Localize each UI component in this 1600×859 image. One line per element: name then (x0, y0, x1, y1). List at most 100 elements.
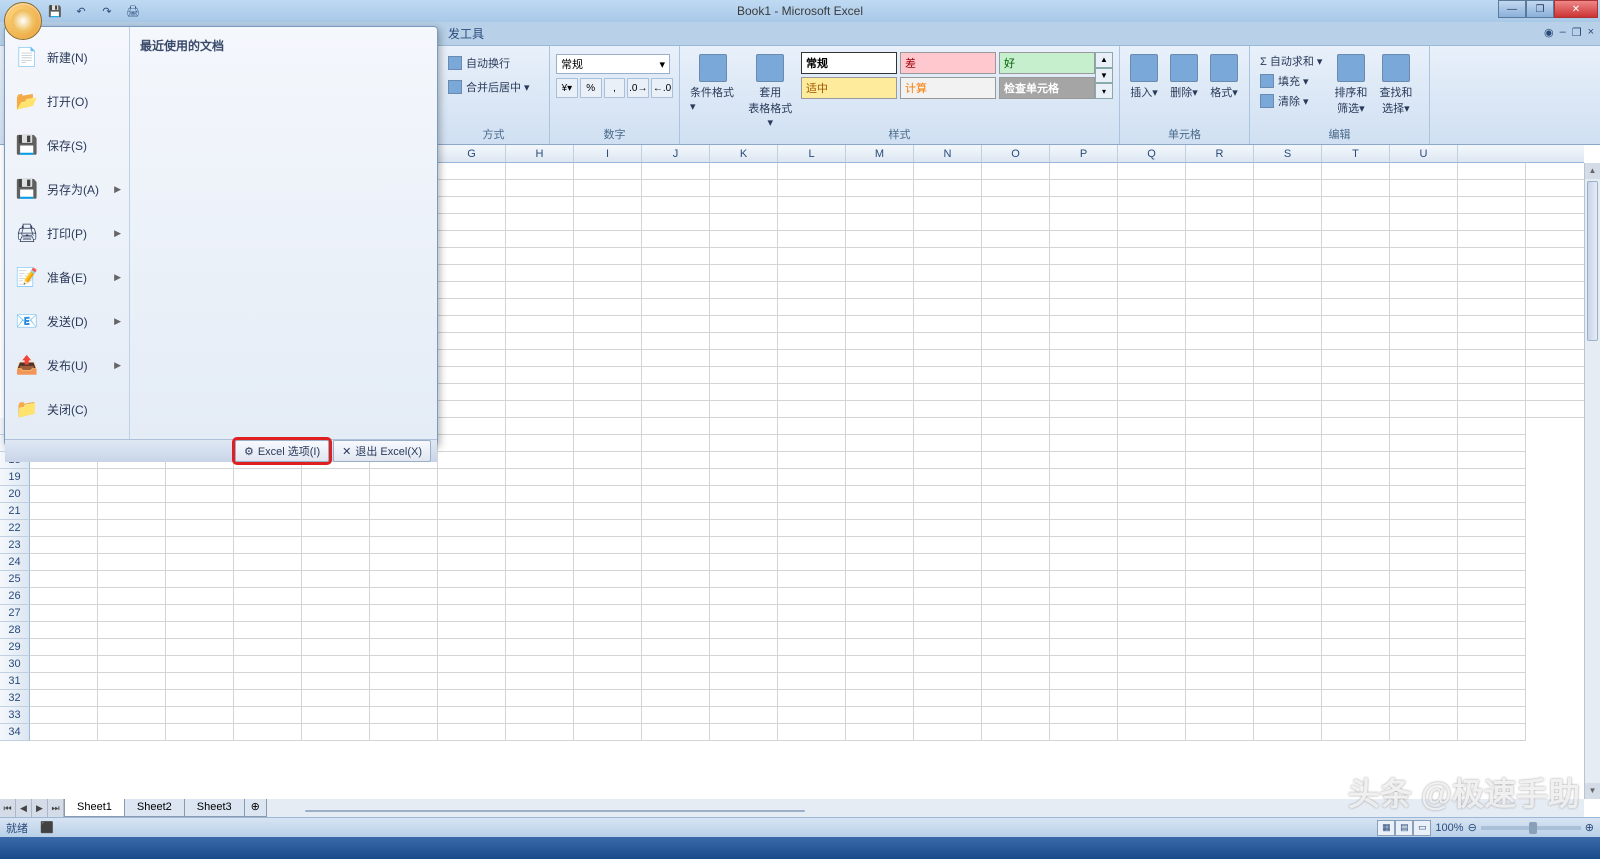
cell[interactable] (30, 724, 98, 741)
cell[interactable] (1118, 656, 1186, 673)
cell[interactable] (1322, 333, 1390, 350)
cell[interactable] (642, 452, 710, 469)
cell[interactable] (370, 571, 438, 588)
cell[interactable] (166, 554, 234, 571)
cell[interactable] (982, 333, 1050, 350)
cell[interactable] (1322, 537, 1390, 554)
cell[interactable] (1050, 690, 1118, 707)
cell[interactable] (1050, 605, 1118, 622)
sheet-first[interactable]: ⏮ (0, 799, 16, 817)
cell[interactable] (1526, 316, 1584, 333)
cell[interactable] (1390, 316, 1458, 333)
cell[interactable] (778, 180, 846, 197)
cell[interactable] (982, 673, 1050, 690)
style-good[interactable]: 好 (999, 52, 1095, 74)
cell[interactable] (1050, 588, 1118, 605)
cell[interactable] (710, 265, 778, 282)
cell[interactable] (438, 554, 506, 571)
cell[interactable] (778, 503, 846, 520)
cell[interactable] (1186, 418, 1254, 435)
cell[interactable] (642, 180, 710, 197)
cell[interactable] (982, 197, 1050, 214)
cell[interactable] (1458, 316, 1526, 333)
cell[interactable] (370, 520, 438, 537)
cell[interactable] (982, 248, 1050, 265)
column-header[interactable]: M (846, 145, 914, 162)
cell[interactable] (1254, 180, 1322, 197)
cell[interactable] (1458, 299, 1526, 316)
cell[interactable] (1526, 231, 1584, 248)
cell[interactable] (710, 554, 778, 571)
cell[interactable] (1458, 231, 1526, 248)
cell[interactable] (1458, 486, 1526, 503)
cell[interactable] (1526, 350, 1584, 367)
cell[interactable] (30, 588, 98, 605)
office-menu-item[interactable]: 💾保存(S) (9, 123, 125, 167)
cell[interactable] (1118, 469, 1186, 486)
cell[interactable] (30, 656, 98, 673)
cell[interactable] (1118, 435, 1186, 452)
merge-center-button[interactable]: 合并后居中 ▾ (444, 78, 534, 96)
cell[interactable] (1322, 486, 1390, 503)
column-header[interactable]: O (982, 145, 1050, 162)
cell[interactable] (1050, 231, 1118, 248)
cell[interactable] (1186, 282, 1254, 299)
cell[interactable] (30, 503, 98, 520)
cell[interactable] (1186, 520, 1254, 537)
cell[interactable] (846, 622, 914, 639)
cell[interactable] (506, 265, 574, 282)
cell[interactable] (506, 367, 574, 384)
cell[interactable] (846, 367, 914, 384)
cell[interactable] (710, 469, 778, 486)
sheet-tab[interactable]: Sheet1 (64, 799, 125, 817)
row-header[interactable]: 29 (0, 639, 30, 656)
increase-decimal-button[interactable]: .0→ (627, 78, 649, 98)
cell[interactable] (982, 520, 1050, 537)
cell[interactable] (438, 214, 506, 231)
cell[interactable] (234, 588, 302, 605)
cell[interactable] (438, 469, 506, 486)
cell[interactable] (846, 520, 914, 537)
cell[interactable] (846, 554, 914, 571)
cell[interactable] (506, 418, 574, 435)
cell[interactable] (506, 639, 574, 656)
cell[interactable] (982, 401, 1050, 418)
cell[interactable] (506, 469, 574, 486)
cell[interactable] (642, 571, 710, 588)
cell[interactable] (1118, 639, 1186, 656)
qat-save[interactable]: 💾 (46, 2, 64, 20)
cell[interactable] (506, 571, 574, 588)
row-header[interactable]: 28 (0, 622, 30, 639)
cell[interactable] (914, 401, 982, 418)
cell[interactable] (1254, 571, 1322, 588)
cell[interactable] (438, 452, 506, 469)
cell[interactable] (778, 367, 846, 384)
doc-close[interactable]: × (1588, 26, 1594, 39)
cell[interactable] (778, 622, 846, 639)
cell[interactable] (1458, 282, 1526, 299)
cell[interactable] (710, 673, 778, 690)
cell[interactable] (30, 690, 98, 707)
cell[interactable] (234, 537, 302, 554)
cell[interactable] (506, 707, 574, 724)
cell[interactable] (778, 639, 846, 656)
cell[interactable] (914, 350, 982, 367)
office-menu-item[interactable]: 🖨打印(P)▶ (9, 211, 125, 255)
cell[interactable] (846, 214, 914, 231)
cell[interactable] (438, 299, 506, 316)
cell[interactable] (1254, 486, 1322, 503)
cell[interactable] (1526, 180, 1584, 197)
cell[interactable] (1050, 197, 1118, 214)
cell[interactable] (1390, 333, 1458, 350)
cell[interactable] (642, 435, 710, 452)
cell[interactable] (30, 537, 98, 554)
cell[interactable] (1118, 214, 1186, 231)
cell[interactable] (1186, 299, 1254, 316)
cell[interactable] (574, 469, 642, 486)
cell[interactable] (642, 605, 710, 622)
cell[interactable] (574, 452, 642, 469)
cell[interactable] (1050, 316, 1118, 333)
cell[interactable] (234, 503, 302, 520)
cell[interactable] (574, 605, 642, 622)
cell[interactable] (1254, 605, 1322, 622)
